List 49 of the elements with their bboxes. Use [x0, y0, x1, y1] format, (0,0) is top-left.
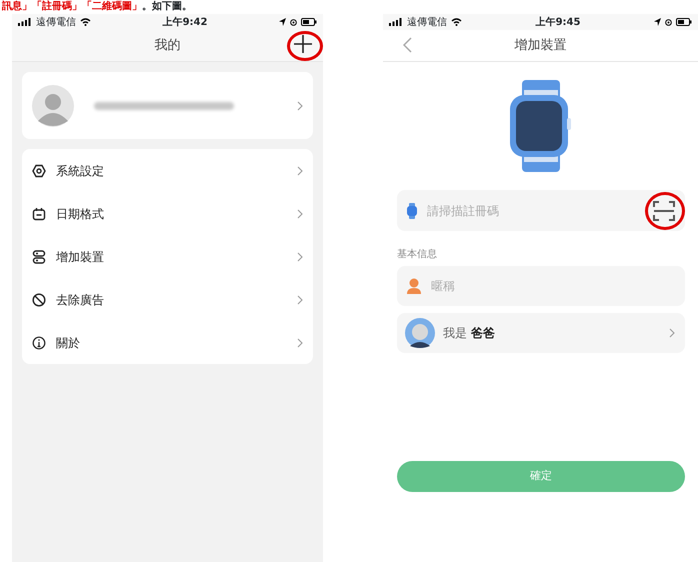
menu-item[interactable]: 日期格式 [22, 192, 313, 235]
section-label: 基本信息 [397, 248, 438, 262]
status-time: 上午9:45 [536, 16, 580, 30]
nickname-placeholder: 暱稱 [431, 278, 455, 295]
caption-text: 訊息」「註冊碼」「二維碼圖」 [2, 1, 142, 12]
signal-icon [18, 18, 32, 26]
calendar-icon [32, 206, 46, 220]
chevron-icon [297, 252, 303, 262]
plus-icon[interactable] [291, 32, 315, 56]
chevron-icon [297, 100, 303, 110]
scan-placeholder: 請掃描註冊碼 [427, 202, 499, 220]
menu-label: 日期格式 [56, 206, 104, 222]
menu-label: 增加裝置 [56, 248, 104, 266]
chevron-icon [297, 338, 303, 348]
carrier-name: 遠傳電信 [36, 16, 76, 30]
menu-label: 關於 [56, 334, 80, 352]
device-icon [32, 250, 46, 264]
screen-title: 我的 [154, 36, 180, 55]
relation-row[interactable]: 我是 爸爸 [397, 313, 685, 353]
chevron-icon [297, 166, 303, 176]
info-icon [32, 336, 46, 350]
location-icon [654, 18, 661, 26]
screen-title: 增加裝置 [514, 36, 566, 55]
menu-label: 系統設定 [56, 162, 104, 180]
caption-text: 。如下圖。 [142, 1, 192, 12]
wifi-icon [80, 18, 91, 26]
location-icon [279, 18, 286, 26]
avatar-icon [32, 84, 74, 126]
status-time: 上午9:42 [162, 16, 208, 30]
chevron-icon [297, 208, 303, 218]
signal-icon [389, 18, 403, 26]
relation-text: 我是 爸爸 [443, 325, 495, 342]
avatar-icon [405, 318, 435, 348]
wifi-icon [451, 18, 462, 26]
menu-item[interactable]: 去除廣告 [22, 278, 313, 321]
chevron-icon [297, 294, 303, 304]
scan-icon[interactable] [653, 200, 675, 222]
battery-icon [301, 18, 317, 26]
menu-item[interactable]: 關於 [22, 321, 313, 364]
carrier-name: 遠傳電信 [407, 16, 447, 30]
battery-icon [676, 18, 692, 26]
menu-item[interactable]: 系統設定 [22, 149, 313, 192]
watch-icon [407, 202, 417, 218]
person-icon [407, 278, 421, 294]
gear-icon [32, 164, 46, 178]
menu-label: 去除廣告 [56, 292, 104, 308]
chevron-icon [669, 328, 675, 338]
no-ads-icon [32, 292, 46, 306]
menu-item[interactable]: 增加裝置 [22, 235, 313, 278]
